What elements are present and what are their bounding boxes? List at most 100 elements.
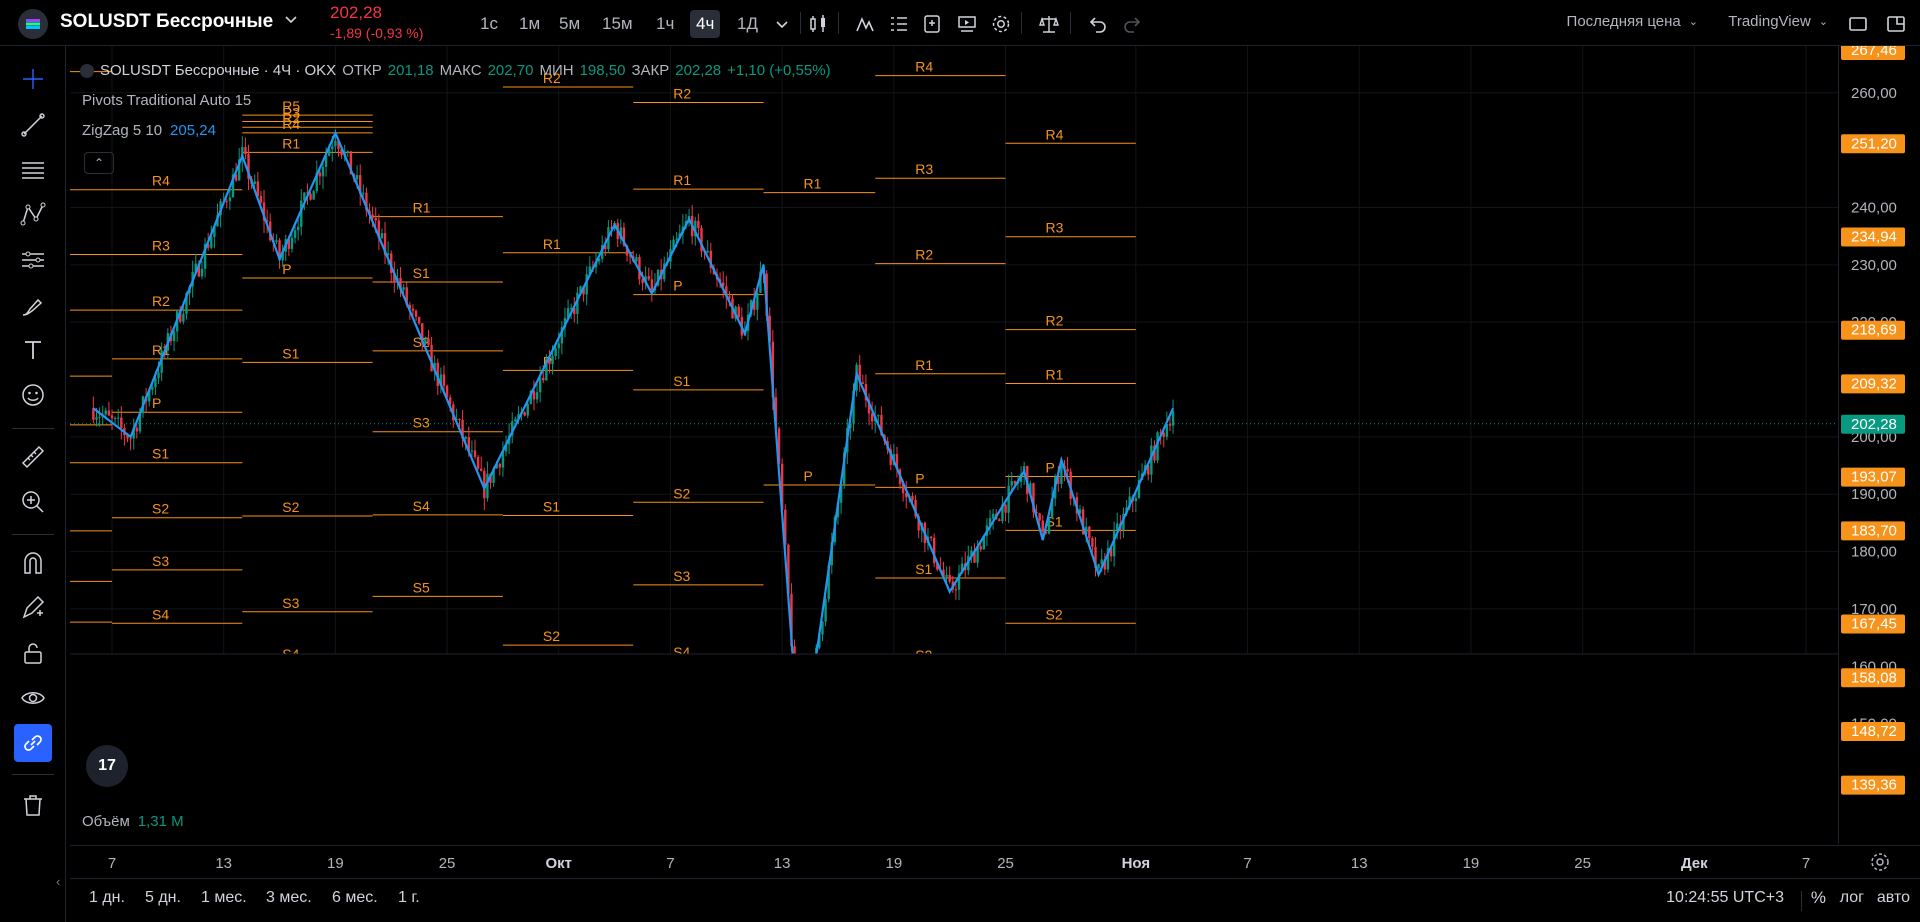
range-1m[interactable]: 1 мес. (201, 889, 247, 907)
legend-delta: +1,10 (+0,55%) (727, 62, 831, 79)
trend-line-icon[interactable] (14, 106, 52, 144)
emoji-icon[interactable] (14, 376, 52, 414)
fib-retracement-icon[interactable] (14, 151, 52, 189)
axis-settings-gear-icon[interactable] (1868, 850, 1892, 874)
pivot-label-s3: S3 (413, 415, 430, 431)
auto-scale-toggle[interactable]: авто (1877, 889, 1910, 907)
log-scale-toggle[interactable]: лог (1840, 889, 1864, 907)
pivot-levels: R5R4R3R2R1PS1S2S3S4S5R4R3R2R1PS1S2S3S4S5… (70, 59, 1136, 748)
time-axis[interactable]: 7 13 19 25 Окт 7 13 19 25 Ноя 7 13 19 25 Дек 7 (70, 845, 1920, 877)
chart-pane[interactable]: R5R4R3R2R1PS1S2S3S4S5R4R3R2R1PS1S2S3S4S5… (70, 46, 1840, 844)
candle-body (737, 306, 740, 318)
candle-body (557, 343, 560, 349)
crosshair-icon[interactable] (14, 60, 52, 98)
pivot-label-s4: S4 (673, 644, 690, 660)
zigzag-value: 205,24 (170, 122, 216, 139)
pivot-label-r1: R1 (1046, 367, 1064, 383)
candle-body (514, 418, 517, 422)
compare-scales-icon[interactable] (1035, 10, 1063, 38)
tradingview-logo-icon[interactable]: 17 (86, 745, 128, 787)
range-1d[interactable]: 1 дн. (89, 889, 125, 907)
timeframe-chevron-down-icon[interactable] (768, 10, 796, 38)
clock[interactable]: 10:24:55 UTC+3 (1666, 889, 1784, 907)
candle-body (803, 749, 805, 763)
pivot-label-s5: S5 (673, 732, 690, 748)
zoom-in-icon[interactable] (14, 483, 52, 521)
timeframe-15m[interactable]: 15м (596, 10, 639, 38)
eye-icon[interactable] (14, 679, 52, 717)
price-scale-labels: 260,00240,00230,00220,00200,00190,00180,… (1841, 41, 1905, 795)
collapse-legend-chevron-up-icon[interactable]: ⌃ (84, 152, 114, 174)
forecasting-icon[interactable] (14, 241, 52, 279)
price-change: -1,89 (-0,93 %) (330, 25, 424, 41)
magnet-icon[interactable] (14, 544, 52, 582)
timeframe-1m[interactable]: 1м (513, 10, 546, 38)
zigzag-indicator-label[interactable]: ZigZag 5 10 205,24 (82, 122, 216, 139)
solana-logo-icon[interactable] (18, 9, 48, 39)
candle-body (1038, 513, 1041, 521)
pivot-label-s1: S1 (152, 446, 169, 462)
chevron-down-icon[interactable] (284, 12, 298, 26)
range-6m[interactable]: 6 мес. (332, 889, 378, 907)
candle-body (523, 412, 526, 416)
percent-scale-toggle[interactable]: % (1811, 888, 1826, 908)
brush-icon[interactable] (14, 286, 52, 324)
candle-body (498, 463, 502, 468)
link-icon[interactable] (14, 724, 52, 762)
candle-body (244, 147, 247, 155)
layout-mode-select[interactable]: TradingView ⌄ (1728, 13, 1828, 30)
price-mode-select[interactable]: Последняя цена ⌄ (1567, 13, 1698, 30)
pivot-label-s2: S2 (152, 501, 169, 517)
pivot-label-s3: S3 (1046, 660, 1063, 676)
fullscreen-icon[interactable] (1844, 10, 1872, 38)
trash-icon[interactable] (14, 786, 52, 824)
pivot-price-label: 234,94 (1841, 227, 1905, 247)
timeframe-1d[interactable]: 1Д (731, 10, 764, 38)
pivots-indicator-label[interactable]: Pivots Traditional Auto 15 (82, 92, 251, 109)
drawing-mode-icon[interactable] (14, 589, 52, 627)
price-tick-label: 190,00 (1851, 486, 1897, 503)
lock-icon[interactable] (14, 634, 52, 672)
ruler-icon[interactable] (14, 438, 52, 476)
range-1y[interactable]: 1 г. (398, 889, 420, 907)
time-axis-label: 13 (1351, 855, 1368, 872)
snapshot-icon[interactable] (1882, 10, 1910, 38)
candle-body (954, 589, 958, 591)
pivot-label-s2: S2 (543, 628, 560, 644)
price-scale[interactable]: 260,00240,00230,00220,00200,00190,00180,… (1838, 41, 1920, 844)
pivot-label-s2: S2 (915, 647, 932, 663)
candle-body (551, 356, 554, 365)
symbol-name[interactable]: SOLUSDT Бессрочные (60, 11, 273, 33)
range-3m[interactable]: 3 мес. (266, 889, 312, 907)
collapse-toolbar-chevron-icon[interactable]: ‹ (56, 874, 60, 889)
timeframe-5m[interactable]: 5м (553, 10, 586, 38)
templates-icon[interactable] (885, 10, 913, 38)
timeframe-1s[interactable]: 1с (474, 10, 504, 38)
timeframe-4h[interactable]: 4ч (690, 10, 721, 38)
candle-body (117, 417, 120, 419)
chart-canvas[interactable]: R5R4R3R2R1PS1S2S3S4S5R4R3R2R1PS1S2S3S4S5… (70, 46, 1840, 844)
pivot-label-s1: S1 (915, 561, 932, 577)
candle-body (979, 546, 982, 550)
candle-body (290, 237, 294, 249)
pivot-label-p: P (804, 468, 813, 484)
pattern-icon[interactable] (14, 196, 52, 234)
settings-gear-icon[interactable] (987, 10, 1015, 38)
redo-icon[interactable] (1118, 10, 1146, 38)
pivot-label-s3: S3 (282, 595, 299, 611)
replay-icon[interactable] (953, 10, 981, 38)
candle-body (948, 574, 951, 582)
zigzag-name: ZigZag 5 10 (82, 122, 163, 139)
legend-open-label: ОТКР (342, 62, 382, 79)
pivot-label-s4: S4 (152, 606, 169, 622)
timeframe-1h[interactable]: 1ч (650, 10, 680, 38)
candle-body (104, 410, 107, 415)
candle-body (991, 513, 995, 519)
range-5d[interactable]: 5 дн. (145, 889, 181, 907)
candles-icon[interactable] (804, 10, 832, 38)
text-icon[interactable] (14, 331, 52, 369)
indicators-icon[interactable] (851, 10, 879, 38)
alert-icon[interactable] (918, 10, 946, 38)
legend-low: 198,50 (579, 62, 626, 79)
undo-icon[interactable] (1084, 10, 1112, 38)
